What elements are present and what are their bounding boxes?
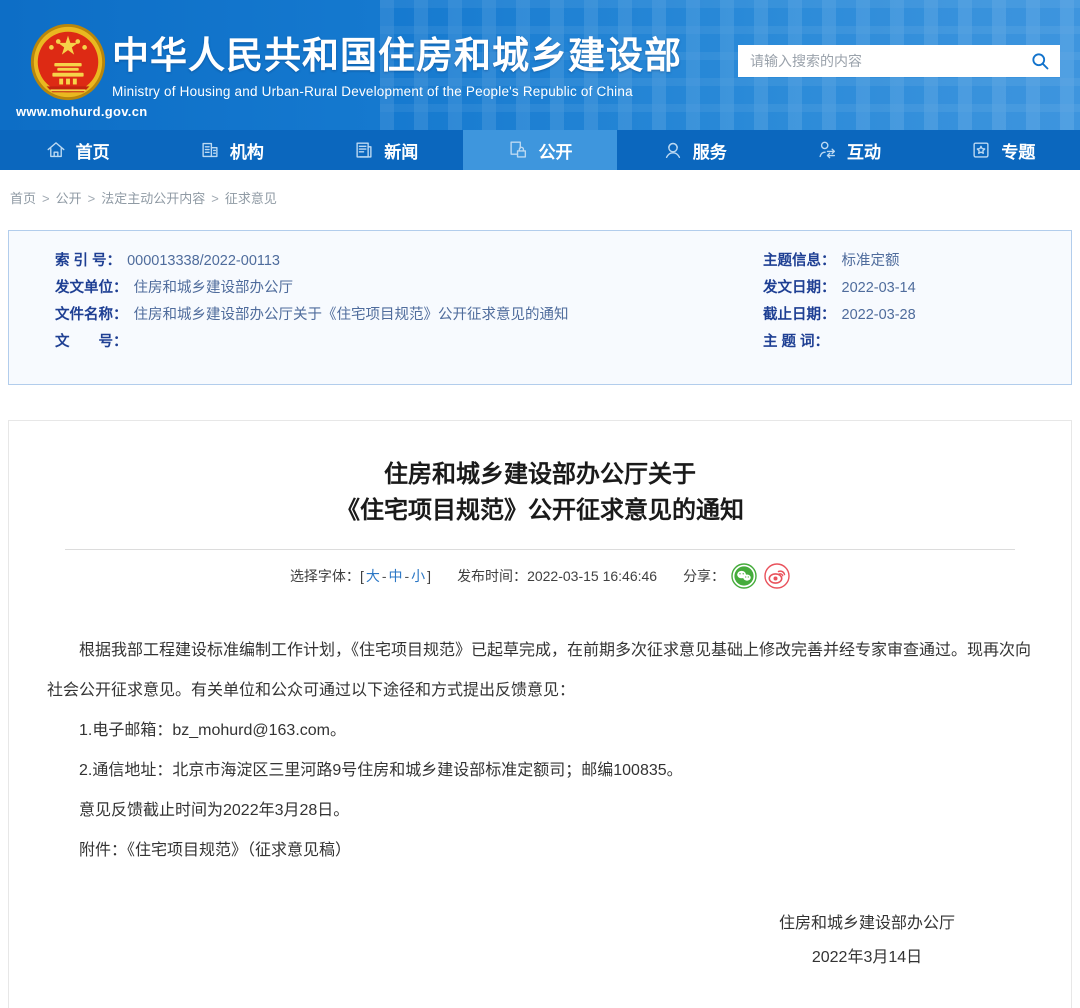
info-value: 住房和城乡建设部办公厅关于《住宅项目规范》公开征求意见的通知 (134, 307, 569, 323)
info-value: 住房和城乡建设部办公厅 (134, 280, 294, 296)
nav-item-label: 服务 (693, 138, 727, 163)
font-option-separator: - (405, 568, 410, 584)
article-container: 住房和城乡建设部办公厅关于 《住宅项目规范》公开征求意见的通知 选择字体：[ 大… (8, 420, 1072, 1008)
info-value: 000013338/2022-00113 (127, 253, 280, 269)
site-title-english: Ministry of Housing and Urban-Rural Deve… (112, 84, 682, 99)
nav-item-3[interactable]: 公开 (463, 130, 617, 170)
national-emblem-icon (28, 22, 108, 104)
disclosure-icon (507, 139, 529, 161)
nav-item-2[interactable]: 新闻 (309, 130, 463, 170)
info-value: 2022-03-28 (842, 307, 916, 323)
org-icon (199, 139, 221, 161)
article-meta-row: 选择字体：[ 大 - 中 - 小 ] 发布时间： 2022-03-15 16:4… (9, 563, 1071, 589)
info-label: 发文日期： (763, 280, 836, 296)
breadcrumb-item-2[interactable]: 法定主动公开内容 (101, 191, 205, 206)
breadcrumb-separator: > (211, 191, 219, 206)
site-title: 中华人民共和国住房和城乡建设部 (112, 34, 682, 78)
font-option-1[interactable]: 中 (389, 566, 403, 586)
article-body: 根据我部工程建设标准编制工作计划，《住宅项目规范》已起草完成，在前期多次征求意见… (9, 589, 1071, 871)
breadcrumb-item-3: 征求意见 (225, 191, 277, 206)
publish-time-label: 发布时间： (457, 566, 527, 586)
info-label: 索 引 号： (55, 253, 121, 269)
article-paragraph-2: 2.通信地址：北京市海淀区三里河路9号住房和城乡建设部标准定额司；邮编10083… (47, 751, 1031, 791)
share-label: 分享： (683, 566, 725, 586)
service-icon (662, 139, 684, 161)
info-label: 文 号： (55, 334, 128, 350)
nav-item-label: 互动 (847, 138, 881, 163)
news-icon (353, 139, 375, 161)
nav-item-label: 新闻 (384, 138, 418, 163)
info-row: 文 号： (55, 329, 709, 356)
document-info-box: 索 引 号： 000013338/2022-00113 发文单位： 住房和城乡建设部办… (8, 230, 1072, 385)
title-divider (65, 549, 1015, 550)
nav-item-label: 首页 (76, 138, 110, 163)
info-row: 主 题 词： (763, 329, 1071, 356)
interact-icon (816, 139, 838, 161)
nav-item-1[interactable]: 机构 (154, 130, 308, 170)
nav-item-5[interactable]: 互动 (771, 130, 925, 170)
font-option-0[interactable]: 大 (366, 566, 380, 586)
site-url: www.mohurd.gov.cn (16, 104, 148, 119)
font-size-selector: 选择字体：[ 大 - 中 - 小 ] (290, 566, 431, 586)
info-row: 发文日期： 2022-03-14 (763, 275, 1071, 302)
breadcrumb-separator: > (42, 191, 50, 206)
breadcrumb-item-0[interactable]: 首页 (10, 191, 36, 206)
info-row: 截止日期： 2022-03-28 (763, 302, 1071, 329)
info-row: 索 引 号： 000013338/2022-00113 (55, 248, 709, 275)
nav-item-0[interactable]: 首页 (0, 130, 154, 170)
font-option-separator: - (382, 568, 387, 584)
info-row: 主题信息： 标准定额 (763, 248, 1071, 275)
nav-item-label: 专题 (1001, 138, 1035, 163)
info-label: 截止日期： (763, 307, 836, 323)
nav-item-label: 机构 (230, 138, 264, 163)
signature-date: 2022年3月14日 (727, 941, 1007, 975)
article-title-line1: 住房和城乡建设部办公厅关于 (9, 457, 1071, 493)
search-box[interactable] (738, 45, 1060, 77)
weibo-share-icon[interactable] (764, 563, 790, 589)
font-option-2[interactable]: 小 (411, 566, 425, 586)
article-paragraph-4: 附件：《住宅项目规范》（征求意见稿） (47, 831, 1031, 871)
breadcrumb: 首页 > 公开 > 法定主动公开内容 > 征求意见 (0, 170, 1080, 206)
search-input[interactable] (750, 53, 1030, 69)
article-paragraph-3: 意见反馈截止时间为2022年3月28日。 (47, 791, 1031, 831)
breadcrumb-item-1[interactable]: 公开 (56, 191, 82, 206)
home-icon (45, 139, 67, 161)
wechat-share-icon[interactable] (731, 563, 757, 589)
topics-icon (970, 139, 992, 161)
site-banner: www.mohurd.gov.cn 中华人民共和国住房和城乡建设部 Minist… (0, 0, 1080, 130)
info-row: 发文单位： 住房和城乡建设部办公厅 (55, 275, 709, 302)
nav-item-6[interactable]: 专题 (926, 130, 1080, 170)
info-value: 标准定额 (842, 253, 900, 269)
signature-issuer: 住房和城乡建设部办公厅 (727, 907, 1007, 941)
info-label: 主题信息： (763, 253, 836, 269)
article-title-line2: 《住宅项目规范》公开征求意见的通知 (9, 493, 1071, 529)
main-navigation: 首页 机构 新闻 公开 服务 互动 专题 (0, 130, 1080, 170)
publish-time-value: 2022-03-15 16:46:46 (527, 568, 657, 584)
info-label: 发文单位： (55, 280, 128, 296)
article-paragraph-1: 1.电子邮箱：bz_mohurd@163.com。 (47, 711, 1031, 751)
info-label: 文件名称： (55, 307, 128, 323)
info-value: 2022-03-14 (842, 280, 916, 296)
info-label: 主 题 词： (763, 334, 829, 350)
font-selector-label: 选择字体： (290, 566, 360, 586)
article-paragraph-0: 根据我部工程建设标准编制工作计划，《住宅项目规范》已起草完成，在前期多次征求意见… (47, 631, 1031, 711)
nav-item-4[interactable]: 服务 (617, 130, 771, 170)
info-row: 文件名称： 住房和城乡建设部办公厅关于《住宅项目规范》公开征求意见的通知 (55, 302, 709, 329)
search-icon[interactable] (1030, 51, 1050, 71)
nav-item-label: 公开 (538, 138, 572, 163)
breadcrumb-separator: > (88, 191, 96, 206)
